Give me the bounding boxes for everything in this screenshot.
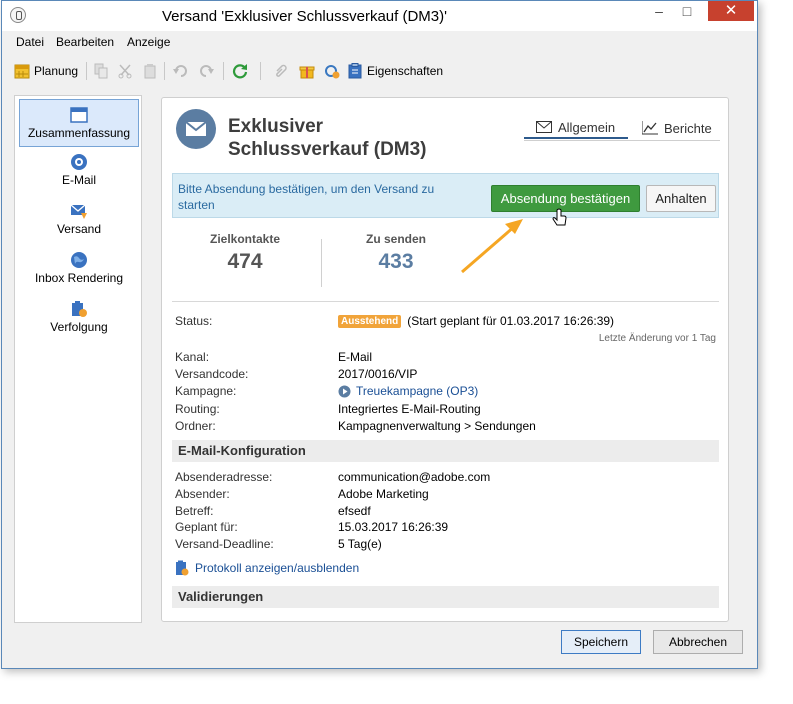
tab-label: Berichte [664,120,712,136]
channel-value: E-Mail [338,350,373,364]
sidebar-item-delivery[interactable]: Versand [19,202,139,240]
minimize-button[interactable]: – [645,1,673,21]
sender-label: Absender: [175,487,230,501]
paste-icon[interactable] [143,62,157,80]
gift-icon[interactable] [299,62,315,80]
refresh-icon[interactable] [232,62,248,80]
sidebar-item-tracking[interactable]: Verfolgung [19,300,139,338]
summary-icon [70,107,88,123]
menu-anzeige[interactable]: Anzeige [127,35,170,49]
scheduled-value: 15.03.2017 16:26:39 [338,520,449,534]
redo-icon[interactable] [198,62,214,80]
kpi-value-target: 474 [227,250,263,273]
status-label: Status: [175,314,213,328]
confirmation-banner: Bitte Absendung bestätigen, um den Versa… [172,173,719,218]
sidebar-item-summary[interactable]: Zusammenfassung [19,99,139,147]
banner-message: Bitte Absendung bestätigen, um den Versa… [178,182,435,212]
campaign-value[interactable]: Treuekampagne (OP3) [338,384,478,398]
folder-label: Ordner: [175,419,216,433]
envelope-icon [536,121,552,133]
email-icon [71,154,87,170]
sender-address-label: Absenderadresse: [175,470,273,484]
attachment-icon[interactable] [273,62,287,80]
subject-value: efsedf [338,504,371,518]
sidebar-item-inbox-rendering[interactable]: Inbox Rendering [19,251,139,289]
menu-bearbeiten[interactable]: Bearbeiten [56,35,114,49]
play-icon [338,385,351,397]
chart-icon [642,121,658,135]
summary-panel: Exklusiver Schlussverkauf (DM3) Allgemei… [161,97,729,622]
delivery-code-value: 2017/0016/VIP [338,367,418,381]
status-badge: Ausstehend [338,315,402,328]
sender-address-value: communication@adobe.com [338,470,491,484]
sidebar-item-label: Versand [56,222,102,236]
hold-button[interactable]: Anhalten [646,185,716,212]
delivery-icon [70,204,87,219]
sender-value: Adobe Marketing [338,487,429,501]
sidebar-item-email[interactable]: E-Mail [19,153,139,191]
hand-cursor-icon [552,208,567,226]
channel-label: Kanal: [175,350,210,364]
save-button[interactable]: Speichern [561,630,641,654]
delivery-code-label: Versandcode: [175,367,249,381]
deadline-value: 5 Tag(e) [338,537,382,551]
sidebar: Zusammenfassung E-Mail Versand Inbox Ren… [14,95,142,623]
undo-icon[interactable] [173,62,189,80]
close-button[interactable]: ✕ [708,1,754,21]
menu-datei[interactable]: Datei [16,35,44,49]
globe-icon [71,252,87,268]
subject-label: Betreff: [175,504,214,518]
routing-value: Integriertes E-Mail-Routing [338,402,481,416]
routing-label: Routing: [175,402,220,416]
sidebar-item-label: E-Mail [61,173,96,187]
deadline-label: Versand-Deadline: [175,537,274,551]
clipboard-icon [348,63,362,79]
cut-icon[interactable] [118,62,132,80]
log-icon [176,560,189,576]
tracking-icon [72,301,87,317]
campaign-link[interactable]: Treuekampagne (OP3) [356,384,478,398]
window-title: Versand 'Exklusiver Schlussverkauf (DM3)… [162,8,447,25]
kpi-label-to-send: Zu senden [365,232,426,246]
status-value: Ausstehend (Start geplant für 01.03.2017 … [338,314,614,328]
tab-label: Allgemein [558,119,616,135]
cancel-button[interactable]: Abbrechen [653,630,743,654]
status-text: (Start geplant für 01.03.2017 16:26:39) [407,314,615,328]
maximize-button[interactable]: □ [673,1,701,21]
toggle-log-link[interactable]: Protokoll anzeigen/ausblenden [175,560,359,576]
title-line-2: Schlussverkauf (DM3) [228,139,427,160]
kpi-value-to-send: 433 [378,250,414,273]
title-bar: Versand 'Exklusiver Schlussverkauf (DM3)… [2,1,757,31]
kpi-label-target: Zielkontakte [209,232,281,246]
menu-bar: Datei Bearbeiten Anzeige [2,31,757,53]
sidebar-item-label: Inbox Rendering [34,271,124,285]
delivery-title: Exklusiver Schlussverkauf (DM3) [228,115,458,161]
sidebar-item-label: Verfolgung [50,320,108,334]
campaign-label: Kampagne: [175,384,237,398]
planning-label: Planung [34,64,79,78]
title-line-1: Exklusiver [228,116,324,137]
last-change-text: Letzte Änderung vor 1 Tag [598,333,716,344]
sidebar-item-label: Zusammenfassung [27,126,131,140]
email-envelope-icon [176,109,216,149]
properties-button[interactable]: Eigenschaften [348,62,443,80]
planning-button[interactable]: Planung [14,62,78,80]
scheduled-label: Geplant für: [175,520,238,534]
tab-general[interactable]: Allgemein [524,117,628,139]
target-settings-icon[interactable] [324,62,340,80]
toolbar: Planung Eigenschaften [2,57,757,85]
folder-value: Kampagnenverwaltung > Sendungen [338,419,536,433]
calendar-icon [14,64,30,79]
validation-row-clipped [180,615,290,621]
validations-section-title: Validierungen [172,586,719,608]
log-link-label: Protokoll anzeigen/ausblenden [195,561,360,575]
tab-reports[interactable]: Berichte [642,117,712,139]
properties-label: Eigenschaften [367,64,444,78]
email-config-section-title: E-Mail-Konfiguration [172,440,719,462]
copy-icon[interactable] [94,62,108,80]
